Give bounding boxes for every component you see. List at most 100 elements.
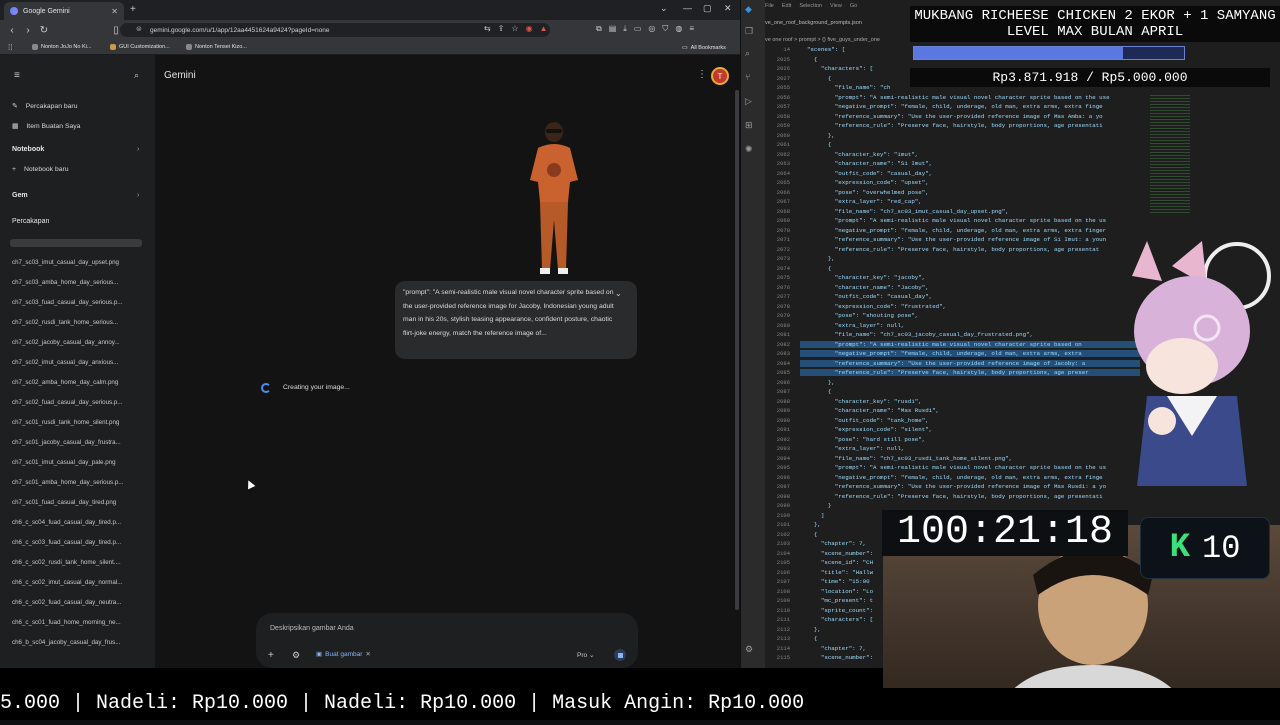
copilot-icon[interactable]: ✺ [745, 144, 753, 155]
code-line[interactable]: } [800, 502, 1140, 509]
media-icon[interactable]: ▤ [609, 24, 617, 34]
minimap[interactable] [1150, 95, 1190, 215]
search-icon[interactable]: ⌕ [745, 48, 750, 59]
chevron-right-icon[interactable]: › [137, 192, 139, 199]
code-line[interactable]: "prompt": "A semi-realistic male visual … [800, 94, 1140, 101]
code-line[interactable]: "pose": "overwhelmed pose", [800, 189, 1140, 196]
code-line[interactable]: "file_name": "ch7_sc03_imut_casual_day_u… [800, 208, 1140, 215]
all-bookmarks-button[interactable]: ▭ All Bookmarks [682, 44, 726, 52]
minimize-window-button[interactable]: — [683, 3, 692, 13]
code-line[interactable]: "prompt": "A semi-realistic male visual … [800, 217, 1140, 224]
add-attachment-icon[interactable]: + [268, 650, 274, 661]
code-line[interactable]: "reference_summary": "Use the user-provi… [800, 113, 1140, 120]
tools-icon[interactable]: ⚙ [292, 650, 300, 661]
code-line[interactable]: "negative_prompt": "female, child, under… [800, 350, 1140, 357]
profile-icon[interactable]: ◎ [648, 24, 655, 34]
star-icon[interactable]: ☆ [511, 24, 518, 33]
code-line[interactable]: { [800, 141, 1140, 148]
code-line[interactable]: "negative_prompt": "female, child, under… [800, 474, 1140, 481]
code-line[interactable]: "expression_code": "silent", [800, 426, 1140, 433]
back-arrow-icon[interactable]: ‹ [4, 25, 20, 36]
code-line[interactable]: "expression_code": "upset", [800, 179, 1140, 186]
code-line[interactable]: { [800, 265, 1140, 272]
extension-red-icon[interactable]: ◉ [526, 24, 533, 33]
code-line[interactable]: "extra_layer": null, [800, 322, 1140, 329]
code-line[interactable]: "outfit_code": "casual_day", [800, 170, 1140, 177]
browser-menu-icon[interactable]: ≡ [689, 24, 694, 34]
chat-history-item[interactable]: ch7_sc01_jacoby_casual_day_frustra... [12, 439, 144, 446]
hamburger-menu-icon[interactable]: ≡ [14, 70, 20, 81]
extensions-icon[interactable]: ⧉ [596, 24, 602, 34]
apps-grid-icon[interactable]: ⁞⁞ [8, 43, 12, 52]
chat-history-item[interactable]: ch6_b_sc04_jacoby_casual_day_frus... [12, 639, 144, 646]
code-line[interactable]: "reference_rule": "Preserve face, hairst… [800, 369, 1140, 376]
download-icon[interactable]: ⤓ [623, 24, 627, 34]
shield-icon[interactable]: ⛉ [662, 24, 668, 34]
chat-history-item[interactable]: ch7_sc02_imut_casual_day_anxious... [12, 359, 144, 366]
new-chat-button[interactable]: ✎ Percakapan baru [12, 102, 77, 111]
code-line[interactable]: "outfit_code": "tank_home", [800, 417, 1140, 424]
avatar[interactable]: T [711, 67, 729, 85]
chat-history-item[interactable]: ch7_sc01_rusdi_tank_home_silent.png [12, 419, 144, 426]
incognito-icon[interactable]: ◍ [675, 24, 682, 34]
code-line[interactable]: "character_name": "Jacoby", [800, 284, 1140, 291]
close-window-button[interactable]: ✕ [724, 3, 732, 14]
sidepanel-icon[interactable]: ▭ [634, 24, 642, 34]
editor-file-tab[interactable]: ve_one_roof_background_prompts.json [765, 20, 862, 26]
model-selector[interactable]: Pro ⌄ [577, 651, 594, 659]
source-control-icon[interactable]: ⑂ [745, 72, 750, 82]
chat-history-item[interactable]: ch6_c_sc02_rusdi_tank_home_silent.... [12, 559, 144, 566]
editor-menu-item[interactable]: Go [850, 3, 857, 9]
prompt-input-placeholder[interactable]: Deskripsikan gambar Anda [270, 625, 354, 632]
code-line[interactable]: "expression_code": "frustrated", [800, 303, 1140, 310]
notebook-section-header[interactable]: Notebook [12, 146, 44, 153]
code-line[interactable]: "reference_summary": "Use the user-provi… [800, 483, 1140, 490]
stop-generation-button[interactable] [614, 649, 626, 661]
remove-chip-icon[interactable]: ✕ [365, 650, 370, 658]
chevron-right-icon[interactable]: › [137, 146, 139, 153]
close-tab-icon[interactable]: ✕ [111, 7, 118, 16]
bookmark-item[interactable]: GUI Customization... [110, 44, 170, 50]
code-line[interactable]: "prompt": "A semi-realistic male visual … [800, 340, 1140, 348]
new-tab-button[interactable]: + [130, 4, 136, 15]
scrollbar[interactable] [735, 90, 739, 610]
chat-history-item[interactable]: ch6_c_sc03_fuad_casual_day_tired.p... [12, 539, 144, 546]
code-line[interactable]: "reference_rule": "Preserve face, hairst… [800, 122, 1140, 129]
breadcrumb[interactable]: ve one roof > prompt > {} five_guys_unde… [765, 37, 880, 43]
code-line[interactable]: "reference_rule": "Preserve face, hairst… [800, 493, 1140, 500]
code-line[interactable]: "outfit_code": "casual_day", [800, 293, 1140, 300]
code-line[interactable]: }, [800, 255, 1140, 262]
code-line[interactable]: }, [800, 379, 1140, 386]
chat-history-item[interactable]: ch7_sc03_fuad_casual_day_serious.p... [12, 299, 144, 306]
forward-arrow-icon[interactable]: › [20, 25, 36, 36]
chat-history-item[interactable]: ch7_sc02_amba_home_day_calm.png [12, 379, 144, 386]
editor-menu-item[interactable]: Edit [782, 3, 791, 9]
reload-icon[interactable]: ↻ [36, 25, 52, 36]
maximize-window-button[interactable]: ▢ [703, 3, 712, 14]
code-line[interactable]: "character_key": "rusdi", [800, 398, 1140, 405]
chat-history-item[interactable]: ch6_c_sc02_imut_casual_day_normal... [12, 579, 144, 586]
extension-warning-icon[interactable]: ▲ [540, 24, 548, 33]
chat-history-item[interactable]: ch7_sc01_imut_casual_day_pale.png [12, 459, 144, 466]
run-debug-icon[interactable]: ▷ [745, 96, 752, 107]
editor-menu-item[interactable]: Selection [799, 3, 822, 9]
chat-history-item[interactable]: ch6_c_sc01_fuad_home_morning_ne... [12, 619, 144, 626]
chat-history-item[interactable]: ch6_c_sc04_fuad_casual_day_tired.p... [12, 519, 144, 526]
code-line[interactable]: "reference_summary": "Use the user-provi… [800, 236, 1140, 243]
settings-gear-icon[interactable]: ⚙ [745, 644, 753, 655]
code-line[interactable]: "prompt": "A semi-realistic male visual … [800, 464, 1140, 471]
expand-chevron-icon[interactable]: ⌄ [615, 289, 622, 298]
chat-history-item[interactable]: ch7_sc01_fuad_casual_day_tired.png [12, 499, 144, 506]
chat-history-item[interactable]: ch7_sc03_imut_casual_day_upset.png [12, 259, 144, 266]
translate-icon[interactable]: ⇆ [484, 24, 491, 33]
code-line[interactable]: "negative_prompt": "female, child, under… [800, 227, 1140, 234]
editor-menu-item[interactable]: View [830, 3, 842, 9]
prompt-input-box[interactable] [256, 613, 638, 668]
code-line[interactable]: "character_key": "jacoby", [800, 274, 1140, 281]
chat-history-item[interactable]: ch7_sc02_rusdi_tank_home_serious... [12, 319, 144, 326]
more-options-icon[interactable]: ⋮ [697, 69, 707, 80]
code-line[interactable]: "pose": "shouting pose", [800, 312, 1140, 319]
code-line[interactable]: }, [800, 132, 1140, 139]
code-line[interactable]: "character_key": "imut", [800, 151, 1140, 158]
user-prompt-bubble[interactable]: "prompt": "A semi-realistic male visual … [395, 281, 637, 359]
